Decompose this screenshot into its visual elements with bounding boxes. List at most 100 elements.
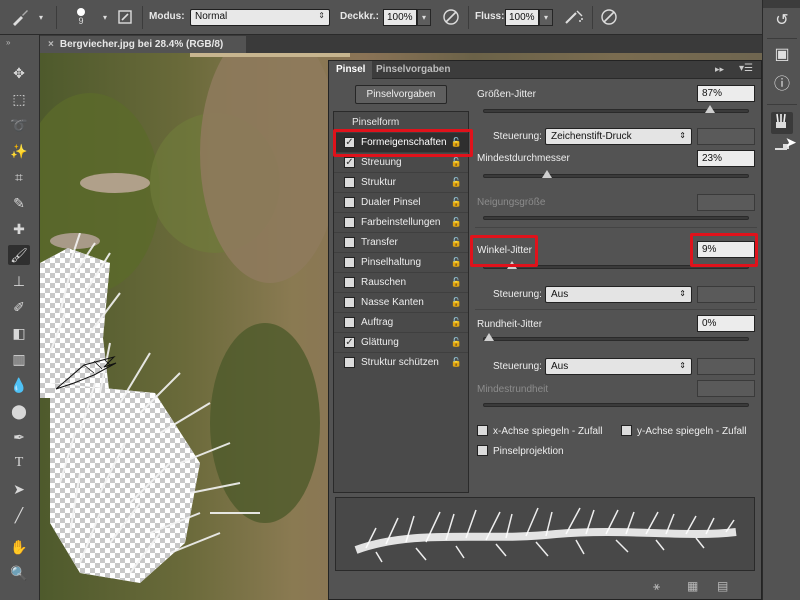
brush-setting-item[interactable]: Pinselhaltung 🔓 — [334, 252, 468, 272]
brush-setting-checkbox[interactable] — [344, 277, 355, 288]
healing-brush-icon[interactable]: ✚ — [8, 219, 30, 239]
angle-jitter-thumb[interactable] — [506, 261, 517, 269]
collapse-toolbar-icon[interactable]: » — [6, 38, 10, 47]
lock-icon[interactable]: 🔓 — [451, 237, 462, 248]
roundness-jitter-slider[interactable] — [483, 333, 749, 341]
brush-setting-checkbox[interactable] — [344, 257, 355, 268]
airbrush-icon[interactable] — [562, 6, 586, 28]
dodge-tool-icon[interactable]: ⬤ — [8, 401, 30, 421]
3d-cube-icon[interactable]: ▣ — [771, 44, 793, 66]
lock-icon[interactable]: 🔓 — [451, 137, 462, 148]
lasso-tool-icon[interactable]: ➰ — [8, 115, 30, 135]
collapse-panel-icon[interactable]: ▸▸ — [715, 64, 724, 75]
brush-projection-checkbox[interactable] — [477, 445, 488, 456]
brush-setting-checkbox[interactable] — [344, 177, 355, 188]
pressure-size-icon[interactable] — [598, 6, 620, 28]
brush-setting-checkbox[interactable] — [344, 217, 355, 228]
lock-icon[interactable]: 🔓 — [451, 357, 462, 368]
brush-grid-icon[interactable]: ▦ — [687, 579, 698, 593]
pen-tool-icon[interactable]: ✒ — [8, 427, 30, 447]
min-diameter-slider[interactable] — [483, 170, 749, 178]
new-brush-icon[interactable]: ▤ — [717, 579, 728, 593]
flip-x-checkbox[interactable] — [477, 425, 488, 436]
lock-icon[interactable]: 🔓 — [451, 277, 462, 288]
size-jitter-thumb[interactable] — [704, 105, 715, 113]
close-tab-icon[interactable]: × — [48, 39, 54, 50]
brush-tool-preset-icon[interactable] — [6, 6, 34, 28]
brush-setting-item[interactable]: Nasse Kanten 🔓 — [334, 292, 468, 312]
flow-input[interactable]: 100% — [505, 9, 539, 26]
lock-icon[interactable]: 🔓 — [451, 257, 462, 268]
min-diameter-thumb[interactable] — [542, 170, 553, 178]
min-diameter-input[interactable]: 23% — [697, 150, 755, 167]
lock-icon[interactable]: 🔓 — [451, 177, 462, 188]
brush-panel-icon[interactable] — [771, 112, 793, 134]
brush-setting-item[interactable]: Transfer 🔓 — [334, 232, 468, 252]
move-tool-icon[interactable]: ✥ — [8, 63, 30, 83]
brush-setting-item[interactable]: Struktur 🔓 — [334, 172, 468, 192]
toggle-hard-bristle-icon[interactable]: ⚹ — [653, 579, 660, 594]
rectangular-marquee-icon[interactable]: ⬚ — [8, 89, 30, 109]
brush-setting-item[interactable]: Struktur schützen 🔓 — [334, 352, 468, 372]
brush-setting-checkbox[interactable]: ✓ — [344, 137, 355, 148]
zoom-tool-icon[interactable]: 🔍 — [8, 563, 30, 583]
brush-preset-picker[interactable]: 9 — [62, 6, 100, 28]
lock-icon[interactable]: 🔓 — [451, 337, 462, 348]
lock-icon[interactable]: 🔓 — [451, 317, 462, 328]
brush-setting-item[interactable]: Dualer Pinsel 🔓 — [334, 192, 468, 212]
brush-setting-checkbox[interactable] — [344, 237, 355, 248]
panel-menu-icon[interactable]: ▾☰ — [739, 63, 753, 74]
brush-setting-item[interactable]: ✓ Streuung 🔓 — [334, 152, 468, 172]
magic-wand-icon[interactable]: ✨ — [8, 141, 30, 161]
tab-brush[interactable]: Pinsel — [329, 61, 373, 79]
toggle-brush-panel-icon[interactable] — [114, 6, 136, 28]
brush-setting-checkbox[interactable] — [344, 297, 355, 308]
angle-control-select[interactable]: Aus ⇕ — [545, 286, 692, 303]
brush-tip-shape-item[interactable]: Pinselform — [352, 117, 399, 128]
angle-jitter-slider[interactable] — [483, 261, 749, 269]
history-brush-icon[interactable]: ✐ — [8, 297, 30, 317]
brush-setting-checkbox[interactable] — [344, 357, 355, 368]
opacity-dropdown-icon[interactable]: ▾ — [417, 9, 431, 26]
history-icon[interactable]: ↺ — [771, 10, 793, 32]
brush-setting-item[interactable]: ✓ Glättung 🔓 — [334, 332, 468, 352]
lock-icon[interactable]: 🔓 — [451, 217, 462, 228]
path-selection-icon[interactable]: ➤ — [8, 479, 30, 499]
lock-icon[interactable]: 🔓 — [451, 297, 462, 308]
tool-preset-dropdown-icon[interactable]: ▾ — [36, 6, 46, 28]
flip-y-checkbox[interactable] — [621, 425, 632, 436]
brush-tool-icon[interactable]: 🖌 — [8, 245, 30, 265]
document-tab[interactable]: × Bergviecher.jpg bei 28.4% (RGB/8) — [40, 36, 246, 53]
gradient-tool-icon[interactable]: ▥ — [8, 349, 30, 369]
brush-setting-item[interactable]: ✓ Formeigenschaften 🔓 — [334, 132, 468, 152]
dock-header[interactable] — [763, 0, 800, 8]
roundness-jitter-input[interactable]: 0% — [697, 315, 755, 332]
roundness-jitter-thumb[interactable] — [484, 333, 494, 341]
brush-setting-checkbox[interactable]: ✓ — [344, 337, 355, 348]
size-control-select[interactable]: Zeichenstift-Druck ⇕ — [545, 128, 692, 145]
crop-tool-icon[interactable]: ⌗ — [8, 167, 30, 187]
eyedropper-icon[interactable]: ✎ — [8, 193, 30, 213]
lock-icon[interactable]: 🔓 — [451, 197, 462, 208]
opacity-input[interactable]: 100% — [383, 9, 417, 26]
eraser-tool-icon[interactable]: ◧ — [8, 323, 30, 343]
brush-setting-checkbox[interactable] — [344, 197, 355, 208]
brush-setting-item[interactable]: Farbeinstellungen 🔓 — [334, 212, 468, 232]
line-tool-icon[interactable]: ╱ — [8, 505, 30, 525]
brush-setting-checkbox[interactable] — [344, 317, 355, 328]
angle-jitter-input[interactable]: 9% — [697, 241, 755, 258]
lock-icon[interactable]: 🔓 — [451, 157, 462, 168]
size-jitter-input[interactable]: 87% — [697, 85, 755, 102]
brush-preset-dropdown-icon[interactable]: ▾ — [100, 6, 110, 28]
roundness-control-select[interactable]: Aus ⇕ — [545, 358, 692, 375]
info-icon[interactable]: ⓘ — [771, 74, 793, 96]
brush-setting-item[interactable]: Auftrag 🔓 — [334, 312, 468, 332]
brush-setting-checkbox[interactable]: ✓ — [344, 157, 355, 168]
flow-dropdown-icon[interactable]: ▾ — [539, 9, 553, 26]
size-jitter-slider[interactable] — [483, 105, 749, 113]
clone-stamp-icon[interactable]: ⊥ — [8, 271, 30, 291]
hand-tool-icon[interactable]: ✋ — [8, 537, 30, 557]
brush-setting-item[interactable]: Rauschen 🔓 — [334, 272, 468, 292]
tab-brush-presets[interactable]: Pinselvorgaben — [369, 61, 457, 79]
mode-select[interactable]: Normal ⇕ — [190, 9, 330, 26]
